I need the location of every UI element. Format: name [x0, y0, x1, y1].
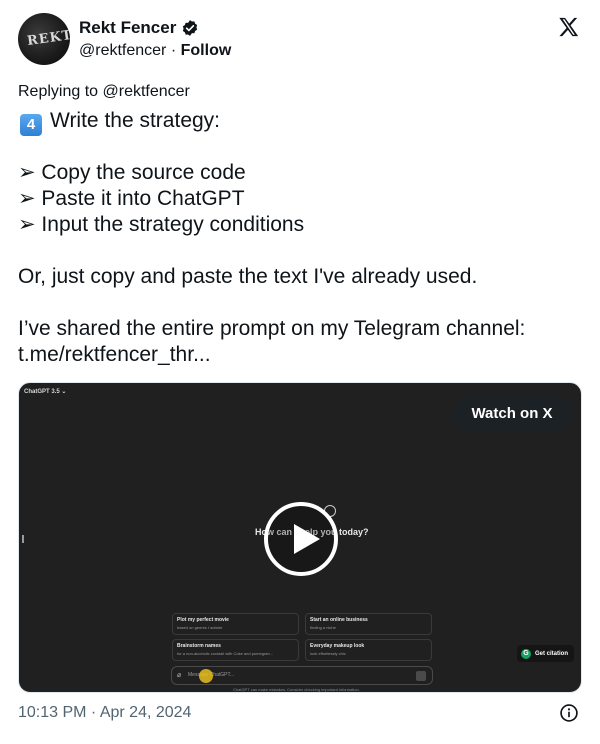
- message-box: ⌀ Message ChatGPT...: [171, 666, 433, 685]
- tweet-body: 4 Write the strategy: ➢ Copy the source c…: [18, 108, 582, 368]
- get-citation-badge: G Get citation: [516, 645, 574, 662]
- keycap-four-emoji: 4: [20, 114, 42, 136]
- card-title: Plot my perfect movie: [177, 617, 229, 623]
- step-title: Write the strategy:: [50, 109, 221, 132]
- citation-label: Get citation: [534, 650, 568, 657]
- play-button[interactable]: [264, 502, 338, 576]
- suggestion-card: Start an online business finding a niche: [305, 613, 432, 635]
- card-title: Everyday makeup look: [310, 643, 365, 649]
- watch-on-x-button[interactable]: Watch on X: [452, 397, 572, 431]
- tweet-timestamp[interactable]: 10:13 PM · Apr 24, 2024: [18, 704, 191, 722]
- tweet-header: REKT Rekt Fencer @rektfencer · Follow: [18, 13, 582, 67]
- handle-separator: ·: [170, 42, 177, 59]
- card-title: Brainstorm names: [177, 643, 221, 649]
- suggestion-card: Plot my perfect movie based on genres I …: [172, 613, 299, 635]
- mouse-cursor-highlight: [199, 669, 213, 683]
- suggestion-card: Brainstorm names for a non-alcoholic coc…: [172, 639, 299, 661]
- paperclip-icon: ⌀: [177, 672, 182, 679]
- video-model-label: ChatGPT 3.5 ⌄: [24, 389, 67, 395]
- send-icon: [416, 671, 426, 681]
- body-line-or: Or, just copy and paste the text I've al…: [18, 265, 478, 288]
- step-line: 4 Write the strategy:: [18, 108, 582, 136]
- author-handle-row: @rektfencer · Follow: [79, 42, 231, 60]
- card-subtitle: finding a niche: [310, 625, 336, 630]
- telegram-link[interactable]: t.me/rektfencer_thr...: [18, 342, 582, 368]
- card-subtitle: look effortlessly chic: [310, 651, 346, 656]
- replying-to-label[interactable]: Replying to @rektfencer: [18, 83, 190, 101]
- video-player[interactable]: ChatGPT 3.5 ⌄ Watch on X How can I help …: [18, 382, 582, 693]
- sidebar-handle: [22, 535, 24, 543]
- author-handle[interactable]: @rektfencer: [79, 42, 166, 59]
- suggestion-card: Everyday makeup look look effortlessly c…: [305, 639, 432, 661]
- author-name[interactable]: Rekt Fencer: [79, 18, 176, 38]
- info-icon[interactable]: [559, 703, 579, 723]
- follow-button[interactable]: Follow: [181, 42, 232, 59]
- grammarly-icon: G: [520, 648, 531, 659]
- bullet-item: ➢ Paste it into ChatGPT: [18, 187, 245, 210]
- body-line-shared: I’ve shared the entire prompt on my Tele…: [18, 317, 526, 340]
- author-name-row: Rekt Fencer: [79, 18, 199, 38]
- card-subtitle: for a non-alcoholic cocktail with Coke a…: [177, 651, 274, 656]
- bullet-item: ➢ Input the strategy conditions: [18, 213, 305, 236]
- bullet-item: ➢ Copy the source code: [18, 161, 246, 184]
- video-disclaimer: ChatGPT can make mistakes. Consider chec…: [233, 687, 360, 692]
- card-subtitle: based on genres I admire: [177, 625, 223, 630]
- play-icon: [294, 524, 320, 554]
- avatar-text: REKT: [26, 27, 70, 50]
- avatar[interactable]: REKT: [18, 13, 70, 65]
- x-logo-icon[interactable]: [557, 16, 580, 38]
- card-title: Start an online business: [310, 617, 368, 623]
- verified-badge-icon: [183, 20, 198, 36]
